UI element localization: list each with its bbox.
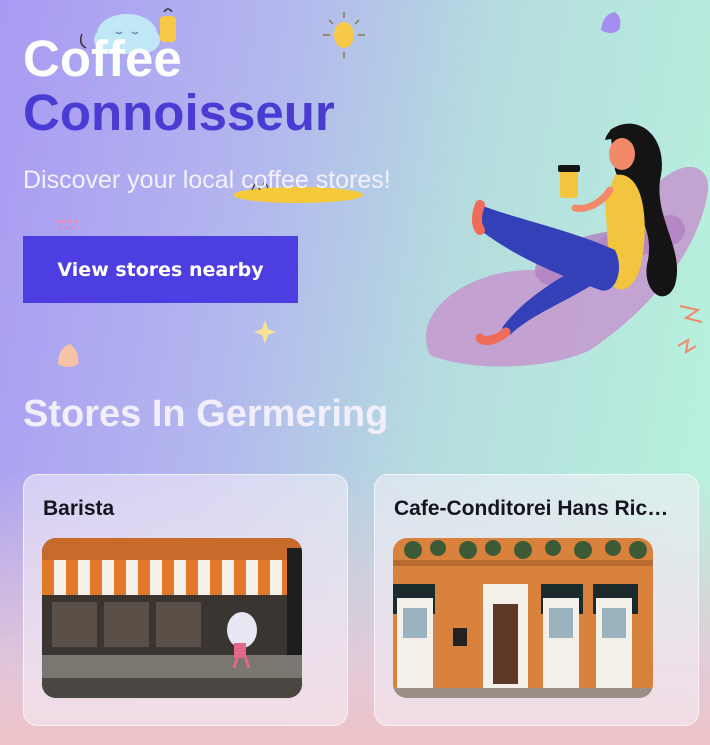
woman-with-coffee-illustration bbox=[426, 123, 709, 367]
store-photo[interactable] bbox=[42, 538, 302, 698]
hero-title-line2: Connoisseur bbox=[23, 84, 335, 141]
star-doodle-icon bbox=[254, 320, 276, 344]
store-card[interactable]: Barista bbox=[23, 474, 348, 726]
pink-grid-doodle-icon bbox=[56, 220, 77, 229]
hero-subtitle: Discover your local coffee stores! bbox=[23, 166, 391, 194]
store-card[interactable]: Cafe-Conditorei Hans Ric… bbox=[374, 474, 699, 726]
orange-awning-storefront-image bbox=[42, 538, 302, 698]
orange-facade-storefront-image bbox=[393, 538, 653, 698]
section-title: Stores In Germering bbox=[23, 393, 389, 435]
store-name[interactable]: Cafe-Conditorei Hans Ric… bbox=[394, 497, 684, 521]
hero-title-line1: Coffee bbox=[23, 30, 182, 87]
leaf-doodle-icon bbox=[601, 12, 621, 33]
hero-title: Coffee Connoisseur bbox=[23, 32, 335, 140]
store-name[interactable]: Barista bbox=[43, 497, 333, 521]
store-photo[interactable] bbox=[393, 538, 653, 698]
view-stores-nearby-button[interactable]: View stores nearby bbox=[23, 236, 298, 303]
peach-leaf-doodle-icon bbox=[58, 344, 79, 367]
